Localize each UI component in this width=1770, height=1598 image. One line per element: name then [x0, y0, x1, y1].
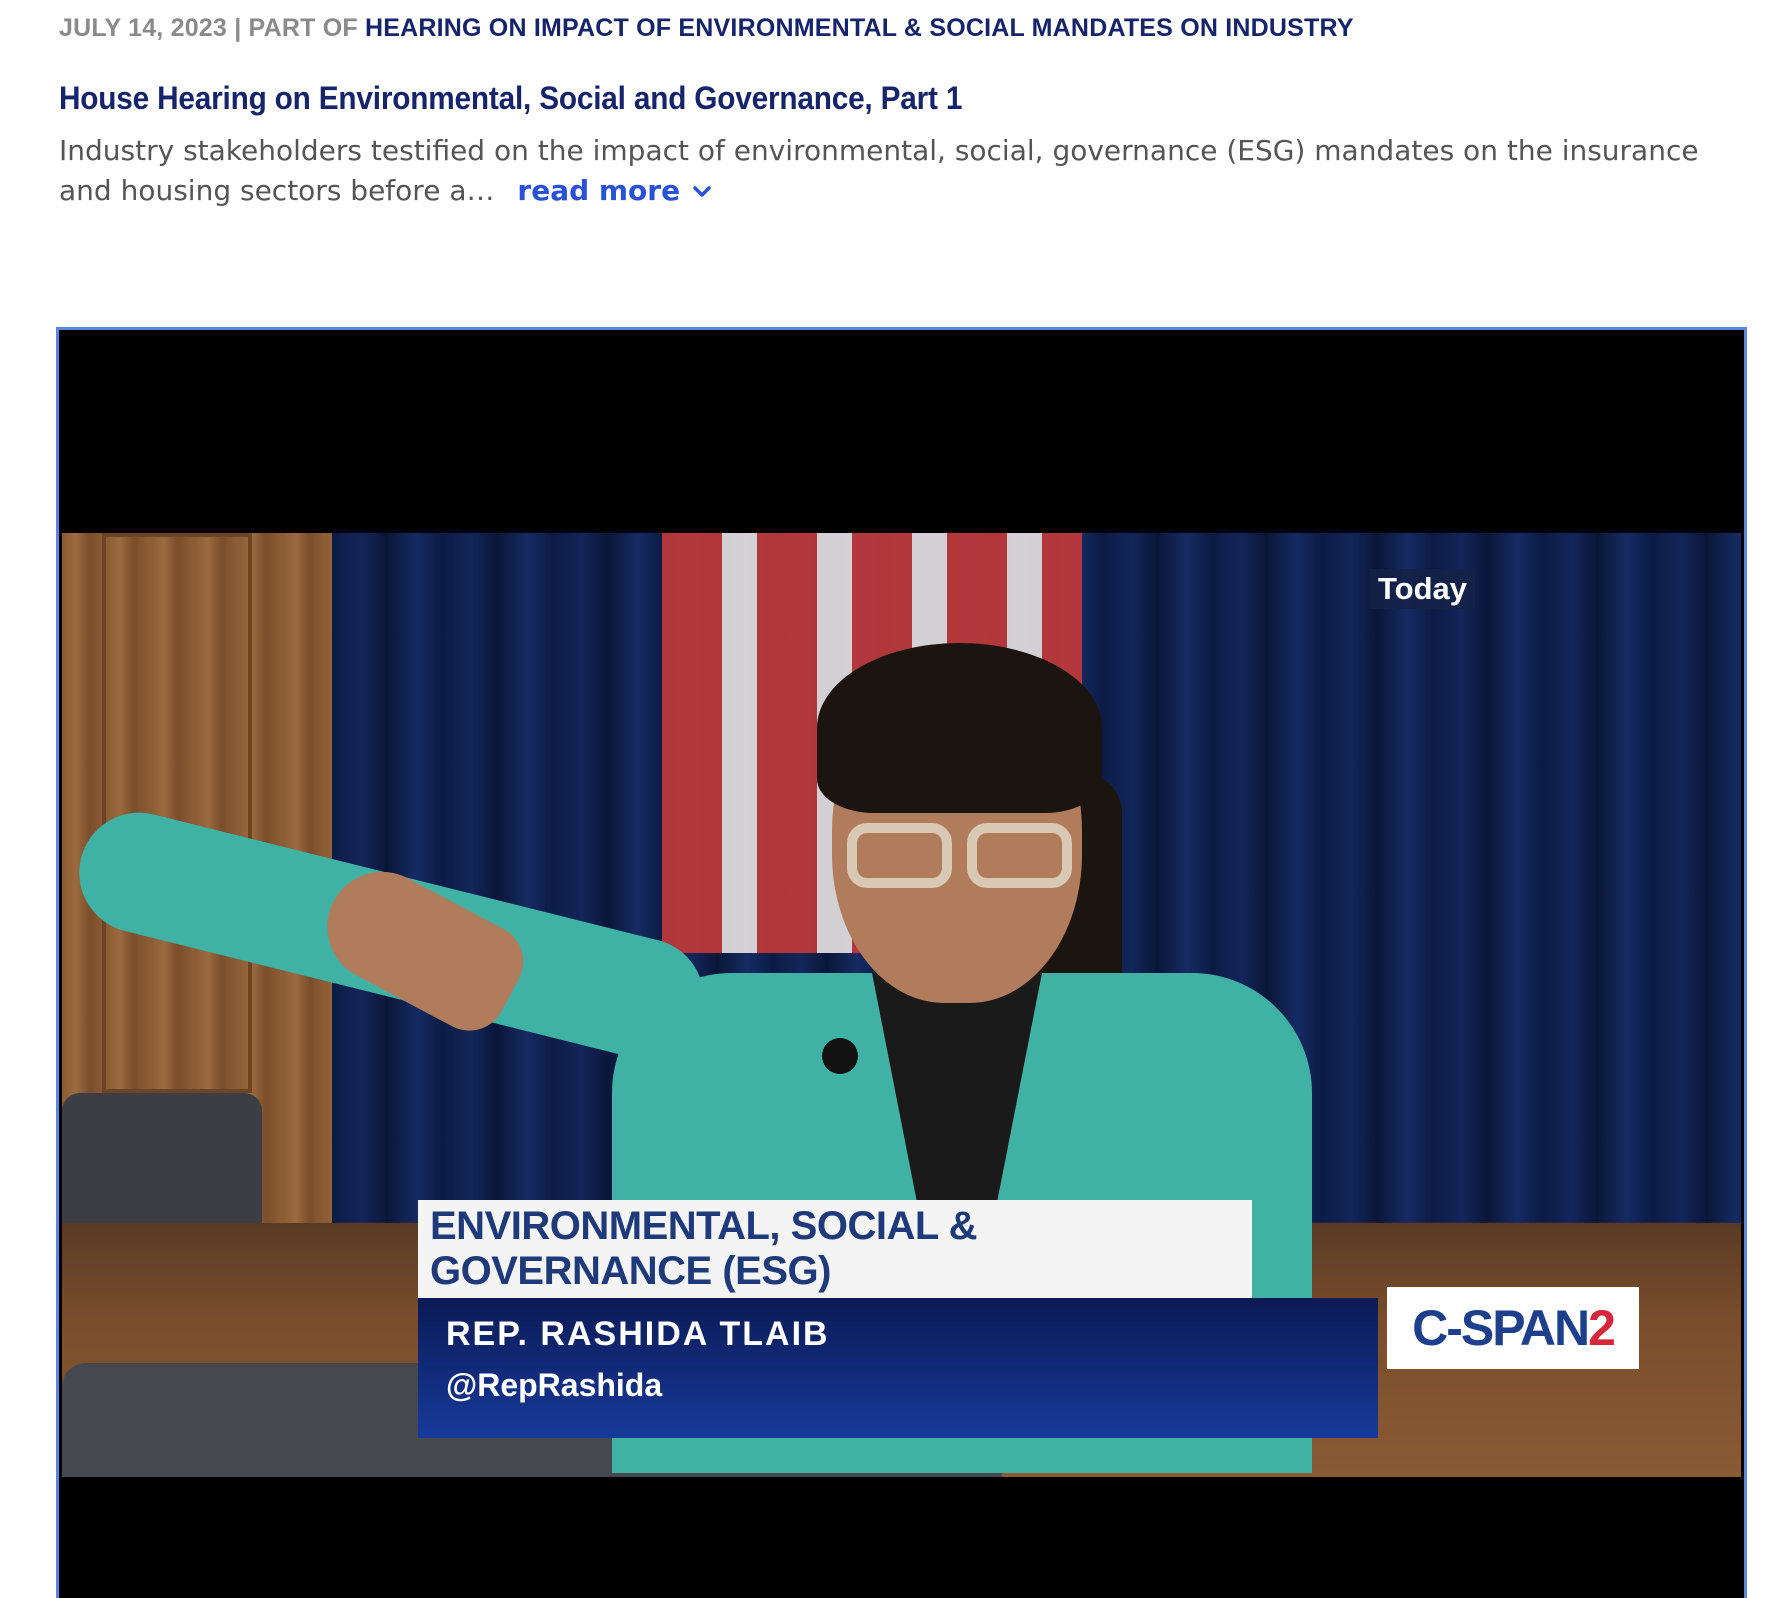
glasses-lens-left [847, 823, 952, 888]
chevron-down-icon [693, 186, 711, 197]
program-title[interactable]: House Hearing on Environmental, Social a… [59, 80, 962, 117]
video-frame[interactable]: Today ENVIRONMENTAL, SOCIAL & GOVERNANCE… [62, 533, 1741, 1477]
speaker-hair [817, 643, 1102, 813]
video-player[interactable]: Today ENVIRONMENTAL, SOCIAL & GOVERNANCE… [56, 327, 1747, 1598]
lower-third-name-box: REP. RASHIDA TLAIB @RepRashida [418, 1298, 1378, 1438]
page: JULY 14, 2023 | PART OF HEARING ON IMPAC… [0, 0, 1770, 1598]
series-link[interactable]: HEARING ON IMPACT OF ENVIRONMENTAL & SOC… [365, 14, 1354, 42]
lower-third: ENVIRONMENTAL, SOCIAL & GOVERNANCE (ESG)… [418, 1200, 1378, 1438]
part-of-label: PART OF [248, 14, 358, 42]
description-text: Industry stakeholders testified on the i… [59, 134, 1699, 207]
logo-cspan-text: C-SPAN [1412, 1300, 1590, 1356]
speaker-glasses [832, 823, 1082, 893]
speaker-name: REP. RASHIDA TLAIB [446, 1315, 830, 1353]
meta-separator: | [234, 14, 242, 42]
read-more-label: read more [517, 174, 681, 207]
wood-panel-inset [102, 533, 252, 1093]
program-meta: JULY 14, 2023 | PART OF HEARING ON IMPAC… [59, 14, 1354, 43]
program-date: JULY 14, 2023 [59, 14, 228, 42]
cspan2-logo: C-SPAN 2 [1387, 1287, 1639, 1369]
speaker-handle: @RepRashida [446, 1367, 663, 1403]
lower-third-topic: ENVIRONMENTAL, SOCIAL & GOVERNANCE (ESG) [418, 1200, 1252, 1298]
program-description: Industry stakeholders testified on the i… [59, 131, 1759, 211]
today-bug: Today [1370, 569, 1475, 609]
microphone [822, 1038, 858, 1074]
glasses-lens-right [967, 823, 1072, 888]
logo-number: 2 [1588, 1300, 1616, 1356]
read-more-button[interactable]: read more [517, 174, 711, 207]
